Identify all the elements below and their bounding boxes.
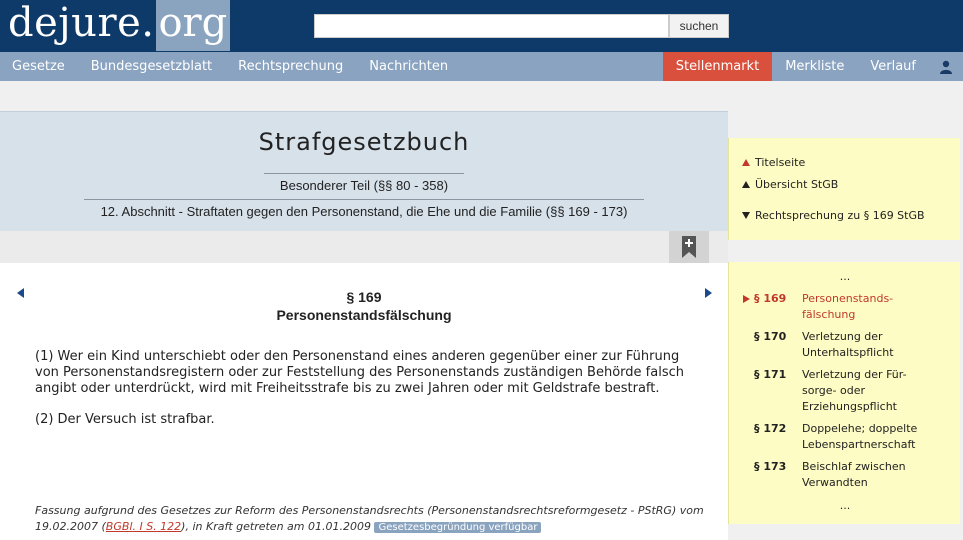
sidebar-link-label: Titelseite bbox=[755, 156, 806, 169]
law-section[interactable]: 12. Abschnitt - Straftaten gegen den Per… bbox=[0, 204, 728, 219]
sidebar-links-box: Titelseite Übersicht StGB Rechtsprechung… bbox=[728, 138, 960, 240]
toc-item-title: Verletzung der Unterhaltspflicht bbox=[802, 330, 894, 359]
nav-stellenmarkt[interactable]: Stellenmarkt bbox=[662, 52, 773, 81]
toc-item-number: § 169 bbox=[743, 291, 803, 307]
nav-gesetze[interactable]: Gesetze bbox=[0, 52, 78, 81]
toc-number-text: § 172 bbox=[754, 422, 787, 435]
user-icon-svg bbox=[940, 60, 952, 74]
sidebar-link-label: Rechtsprechung zu § 169 StGB bbox=[755, 209, 925, 222]
paragraph-absatz-2: (2) Der Versuch ist strafbar. bbox=[35, 412, 215, 427]
toc-item-title: Verletzung der Für-sorge- oder Erziehungs… bbox=[802, 368, 907, 413]
toc-number-text: § 171 bbox=[754, 368, 787, 381]
law-part[interactable]: Besonderer Teil (§§ 80 - 358) bbox=[0, 178, 728, 193]
main-nav: Gesetze Bundesgesetzblatt Rechtsprechung… bbox=[0, 52, 963, 81]
nav-rechtsprechung[interactable]: Rechtsprechung bbox=[225, 52, 356, 81]
user-icon[interactable] bbox=[929, 52, 963, 81]
search-button[interactable]: suchen bbox=[669, 14, 729, 38]
law-title: Strafgesetzbuch bbox=[258, 128, 470, 156]
logo-text-org: org bbox=[156, 0, 231, 51]
nav-merkliste[interactable]: Merkliste bbox=[772, 52, 857, 81]
toc-more-above[interactable]: ... bbox=[729, 270, 961, 283]
toc-item-number: § 173 bbox=[743, 459, 803, 475]
search-input[interactable] bbox=[314, 14, 669, 38]
toc-item-title: Beischlaf zwischen Verwandten bbox=[802, 460, 906, 489]
toc-number-text: § 173 bbox=[754, 460, 787, 473]
nav-verlauf[interactable]: Verlauf bbox=[857, 52, 929, 81]
site-logo[interactable]: dejure. org bbox=[0, 0, 231, 52]
nav-bundesgesetzblatt[interactable]: Bundesgesetzblatt bbox=[78, 52, 225, 81]
triangle-down-icon bbox=[742, 212, 750, 219]
toc-item-number: § 171 bbox=[743, 367, 803, 383]
toc-item-number: § 170 bbox=[743, 329, 803, 345]
toc-item-title: Personenstands-fälschung bbox=[802, 292, 894, 321]
plus-bookmark-icon bbox=[682, 236, 696, 258]
nav-nachrichten[interactable]: Nachrichten bbox=[356, 52, 461, 81]
footnote-text-b: ), in Kraft getreten am 01.01.2009 bbox=[181, 520, 371, 533]
toc-number-text: § 170 bbox=[754, 330, 787, 343]
triangle-up-icon bbox=[742, 159, 750, 166]
toolbar-strip bbox=[0, 231, 728, 263]
gesetzesbegruendung-badge[interactable]: Gesetzesbegründung verfügbar bbox=[374, 522, 542, 533]
toc-item-number: § 172 bbox=[743, 421, 803, 437]
paragraph-content: § 169 Personenstandsfälschung (1) Wer ei… bbox=[0, 263, 728, 540]
sidebar-link-uebersicht[interactable]: Übersicht StGB bbox=[742, 178, 838, 191]
sidebar-link-rechtsprechung[interactable]: Rechtsprechung zu § 169 StGB bbox=[742, 209, 925, 222]
title-divider bbox=[264, 173, 464, 174]
toc-number-text: § 169 bbox=[754, 292, 787, 305]
sidebar-toc-box: ... § 169 Personenstands-fälschung § 170… bbox=[728, 262, 960, 524]
top-header: dejure. org suchen bbox=[0, 0, 963, 52]
part-divider bbox=[84, 199, 644, 200]
sidebar-link-titelseite[interactable]: Titelseite bbox=[742, 156, 805, 169]
paragraph-number: § 169 bbox=[346, 289, 382, 305]
bgbl-link[interactable]: BGBl. I S. 122 bbox=[106, 520, 181, 533]
sidebar-link-label: Übersicht StGB bbox=[755, 178, 839, 191]
logo-text-dejure: dejure. bbox=[8, 0, 155, 46]
version-footnote: Fassung aufgrund des Gesetzes zur Reform… bbox=[35, 503, 705, 536]
triangle-up-icon bbox=[742, 181, 750, 188]
toc-item-title: Doppelehe; doppelte Lebenspartnerschaft bbox=[802, 422, 918, 451]
paragraph-name: Personenstandsfälschung bbox=[276, 307, 452, 323]
toc-more-below[interactable]: ... bbox=[729, 499, 961, 512]
law-title-panel: Strafgesetzbuch Besonderer Teil (§§ 80 -… bbox=[0, 111, 728, 231]
paragraph-absatz-1: (1) Wer ein Kind unterschiebt oder den P… bbox=[35, 349, 684, 396]
triangle-right-icon bbox=[743, 295, 750, 303]
add-bookmark-button[interactable] bbox=[669, 231, 709, 263]
